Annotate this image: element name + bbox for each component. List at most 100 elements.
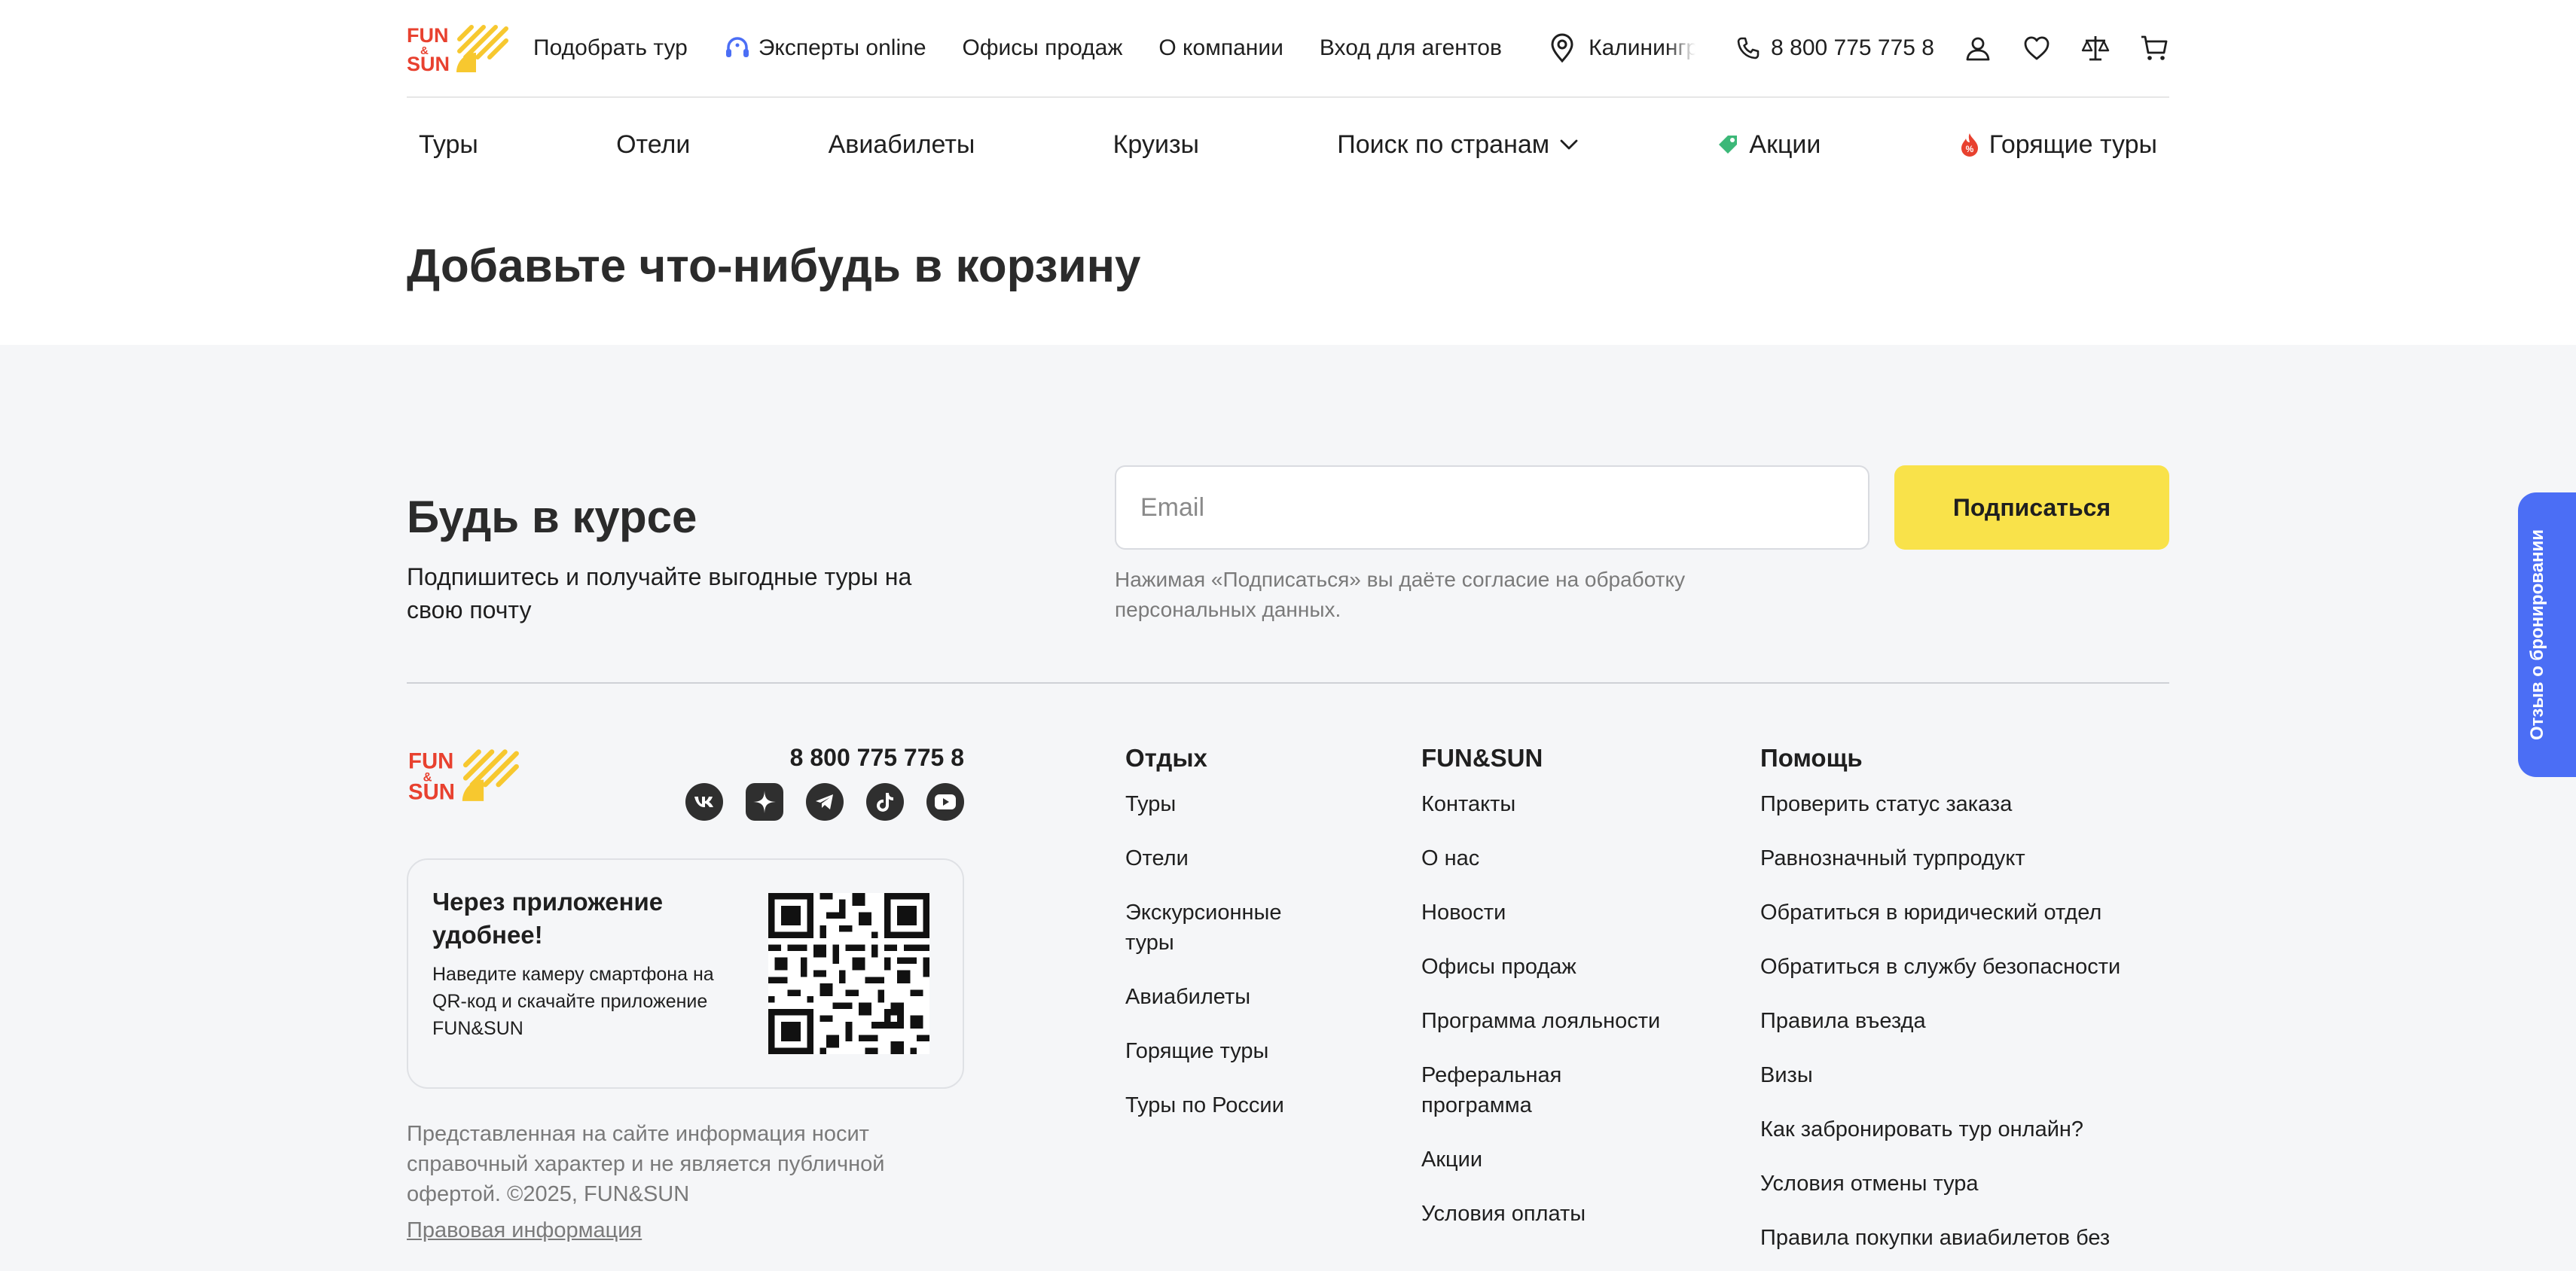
youtube-icon[interactable] bbox=[926, 783, 964, 821]
main-nav-promo-label: Акции bbox=[1749, 130, 1821, 159]
compare-button[interactable] bbox=[2080, 33, 2111, 63]
main-nav-countries-label: Поиск по странам bbox=[1337, 130, 1550, 159]
main-nav-hot-label: Горящие туры bbox=[1988, 130, 2157, 159]
page-title: Добавьте что-нибудь в корзину bbox=[407, 240, 1141, 292]
cart-button[interactable] bbox=[2139, 33, 2169, 63]
footer-link[interactable]: Новости bbox=[1421, 898, 1692, 928]
tag-icon bbox=[1719, 136, 1738, 154]
headset-icon bbox=[725, 37, 749, 57]
app-card-text: Наведите камеру смартфона на QR-код и ск… bbox=[432, 964, 714, 1039]
footer-col-title: Помощь bbox=[1760, 744, 1863, 772]
nav-experts-online[interactable]: Эксперты online bbox=[724, 35, 926, 62]
footer-divider bbox=[407, 682, 2169, 684]
header: FUN & SUN Подобрать тур Эксперты online … bbox=[407, 17, 2169, 80]
footer-link[interactable]: Обратиться в юридический отдел bbox=[1760, 898, 2182, 928]
svg-text:FUN: FUN bbox=[408, 748, 453, 773]
header-divider bbox=[407, 96, 2169, 98]
brand-logo[interactable]: FUN & SUN bbox=[407, 23, 509, 74]
footer-link[interactable]: Визы bbox=[1760, 1060, 2182, 1090]
footer-link[interactable]: Офисы продаж bbox=[1421, 952, 1692, 982]
chevron-down-icon bbox=[1560, 139, 1578, 150]
booking-feedback-label: Отзыв о бронировании bbox=[2527, 529, 2547, 741]
top-nav: Подобрать тур Эксперты online Офисы прод… bbox=[533, 35, 1538, 62]
subscribe-title: Будь в курсе bbox=[407, 492, 697, 542]
subscribe-consent: Нажимая «Подписаться» вы даёте согласие … bbox=[1115, 568, 1686, 621]
footer-link[interactable]: Авиабилеты bbox=[1125, 982, 1321, 1012]
footer-link[interactable]: Условия отмены тура bbox=[1760, 1169, 2182, 1199]
fun-sun-logo-icon: FUN & SUN bbox=[408, 748, 519, 805]
footer-link[interactable]: Отели bbox=[1125, 843, 1321, 873]
favorites-button[interactable] bbox=[2022, 33, 2052, 63]
location-pin-icon bbox=[1551, 33, 1573, 63]
footer-col-title: Отдых bbox=[1125, 744, 1207, 772]
footer-disclaimer: Представленная на сайте информация носит… bbox=[407, 1122, 885, 1206]
footer-link[interactable]: Как забронировать тур онлайн? bbox=[1760, 1114, 2182, 1145]
app-download-card: Через приложение удобнее! Наведите камер… bbox=[407, 858, 964, 1089]
header-phone[interactable]: 8 800 775 775 8 bbox=[1736, 35, 1934, 61]
footer-link[interactable]: Правила въезда bbox=[1760, 1006, 2182, 1036]
footer-col-title: FUN&SUN bbox=[1421, 744, 1543, 772]
footer-link[interactable]: Программа лояльности bbox=[1421, 1006, 1692, 1036]
footer-link[interactable]: Акции bbox=[1421, 1145, 1692, 1175]
footer-phone[interactable]: 8 800 775 775 8 bbox=[678, 744, 964, 772]
cart-icon bbox=[2141, 35, 2168, 60]
tiktok-icon[interactable] bbox=[866, 783, 904, 821]
user-icon bbox=[1966, 37, 1990, 61]
vk-icon[interactable] bbox=[685, 783, 723, 821]
footer-link[interactable]: Туры по России bbox=[1125, 1090, 1321, 1120]
footer-link[interactable]: Туры bbox=[1125, 789, 1321, 819]
telegram-icon[interactable] bbox=[806, 783, 844, 821]
svg-text:SUN: SUN bbox=[408, 780, 455, 803]
phone-icon bbox=[1737, 37, 1760, 59]
main-nav: Туры Отели Авиабилеты Круизы Поиск по ст… bbox=[407, 120, 2169, 169]
footer-col-rest: Отдых Туры Отели Экскурсионные туры Авиа… bbox=[1125, 744, 1321, 1145]
subscribe-button[interactable]: Подписаться bbox=[1894, 465, 2169, 550]
social-links bbox=[685, 783, 964, 821]
footer-link[interactable]: О нас bbox=[1421, 843, 1692, 873]
main-nav-promo[interactable]: Акции bbox=[1716, 130, 1821, 160]
nav-pick-tour[interactable]: Подобрать тур bbox=[533, 35, 688, 61]
footer-col-company: FUN&SUN Контакты О нас Новости Офисы про… bbox=[1421, 744, 1692, 1253]
footer-link[interactable]: Горящие туры bbox=[1125, 1036, 1321, 1066]
footer-link[interactable]: Обратиться в службу безопасности bbox=[1760, 952, 2182, 982]
footer-link[interactable]: Реферальная программа bbox=[1421, 1060, 1587, 1120]
city-selector[interactable]: Калининград bbox=[1549, 33, 1695, 63]
footer-col-help: Помощь Проверить статус заказа Равнознач… bbox=[1760, 744, 2182, 1271]
main-nav-hotels[interactable]: Отели bbox=[616, 130, 690, 160]
svg-text:%: % bbox=[1965, 144, 1973, 154]
fun-sun-logo-icon: FUN & SUN bbox=[407, 24, 508, 74]
main-nav-tours[interactable]: Туры bbox=[419, 130, 478, 160]
legal-info-link[interactable]: Правовая информация bbox=[407, 1218, 642, 1243]
dzen-icon[interactable] bbox=[746, 783, 783, 821]
svg-text:FUN: FUN bbox=[407, 24, 449, 47]
email-field[interactable] bbox=[1115, 465, 1869, 550]
footer-link[interactable]: Равнозначный турпродукт bbox=[1760, 843, 2182, 873]
compare-scales-icon bbox=[2081, 36, 2110, 61]
header-right: Калининград 8 800 775 775 8 bbox=[1549, 17, 2169, 80]
footer-logo[interactable]: FUN & SUN bbox=[407, 747, 521, 806]
subscribe-text: Подпишитесь и получайте выгодные туры на… bbox=[407, 563, 912, 623]
top-area: FUN & SUN Подобрать тур Эксперты online … bbox=[0, 0, 2576, 345]
fire-icon: % bbox=[1961, 133, 1978, 157]
footer-link[interactable]: Контакты bbox=[1421, 789, 1692, 819]
svg-text:SUN: SUN bbox=[407, 53, 450, 74]
nav-about[interactable]: О компании bbox=[1158, 35, 1283, 61]
qr-code-icon bbox=[768, 893, 929, 1054]
main-nav-flights[interactable]: Авиабилеты bbox=[829, 130, 975, 160]
footer-link[interactable]: Условия оплаты bbox=[1421, 1199, 1692, 1229]
footer-link[interactable]: Экскурсионные туры bbox=[1125, 898, 1321, 958]
main-nav-countries-dropdown[interactable]: Поиск по странам bbox=[1337, 130, 1578, 160]
city-label: Калининград bbox=[1589, 35, 1696, 60]
nav-sales-offices[interactable]: Офисы продаж bbox=[963, 35, 1123, 61]
footer-link[interactable]: Проверить статус заказа bbox=[1760, 789, 2182, 819]
header-phone-number: 8 800 775 775 8 bbox=[1771, 35, 1934, 60]
nav-experts-label: Эксперты online bbox=[758, 35, 926, 60]
account-button[interactable] bbox=[1963, 33, 1993, 63]
main-nav-cruises[interactable]: Круизы bbox=[1113, 130, 1199, 160]
nav-agents-login[interactable]: Вход для агентов bbox=[1320, 35, 1502, 61]
app-card-title: Через приложение удобнее! bbox=[432, 888, 664, 949]
main-nav-hot-tours[interactable]: % Горящие туры bbox=[1959, 130, 2157, 160]
booking-feedback-tab[interactable]: Отзыв о бронировании bbox=[2518, 492, 2576, 777]
footer-link[interactable]: Правила покупки авиабилетов без bbox=[1760, 1223, 2182, 1253]
heart-icon bbox=[2024, 36, 2050, 60]
